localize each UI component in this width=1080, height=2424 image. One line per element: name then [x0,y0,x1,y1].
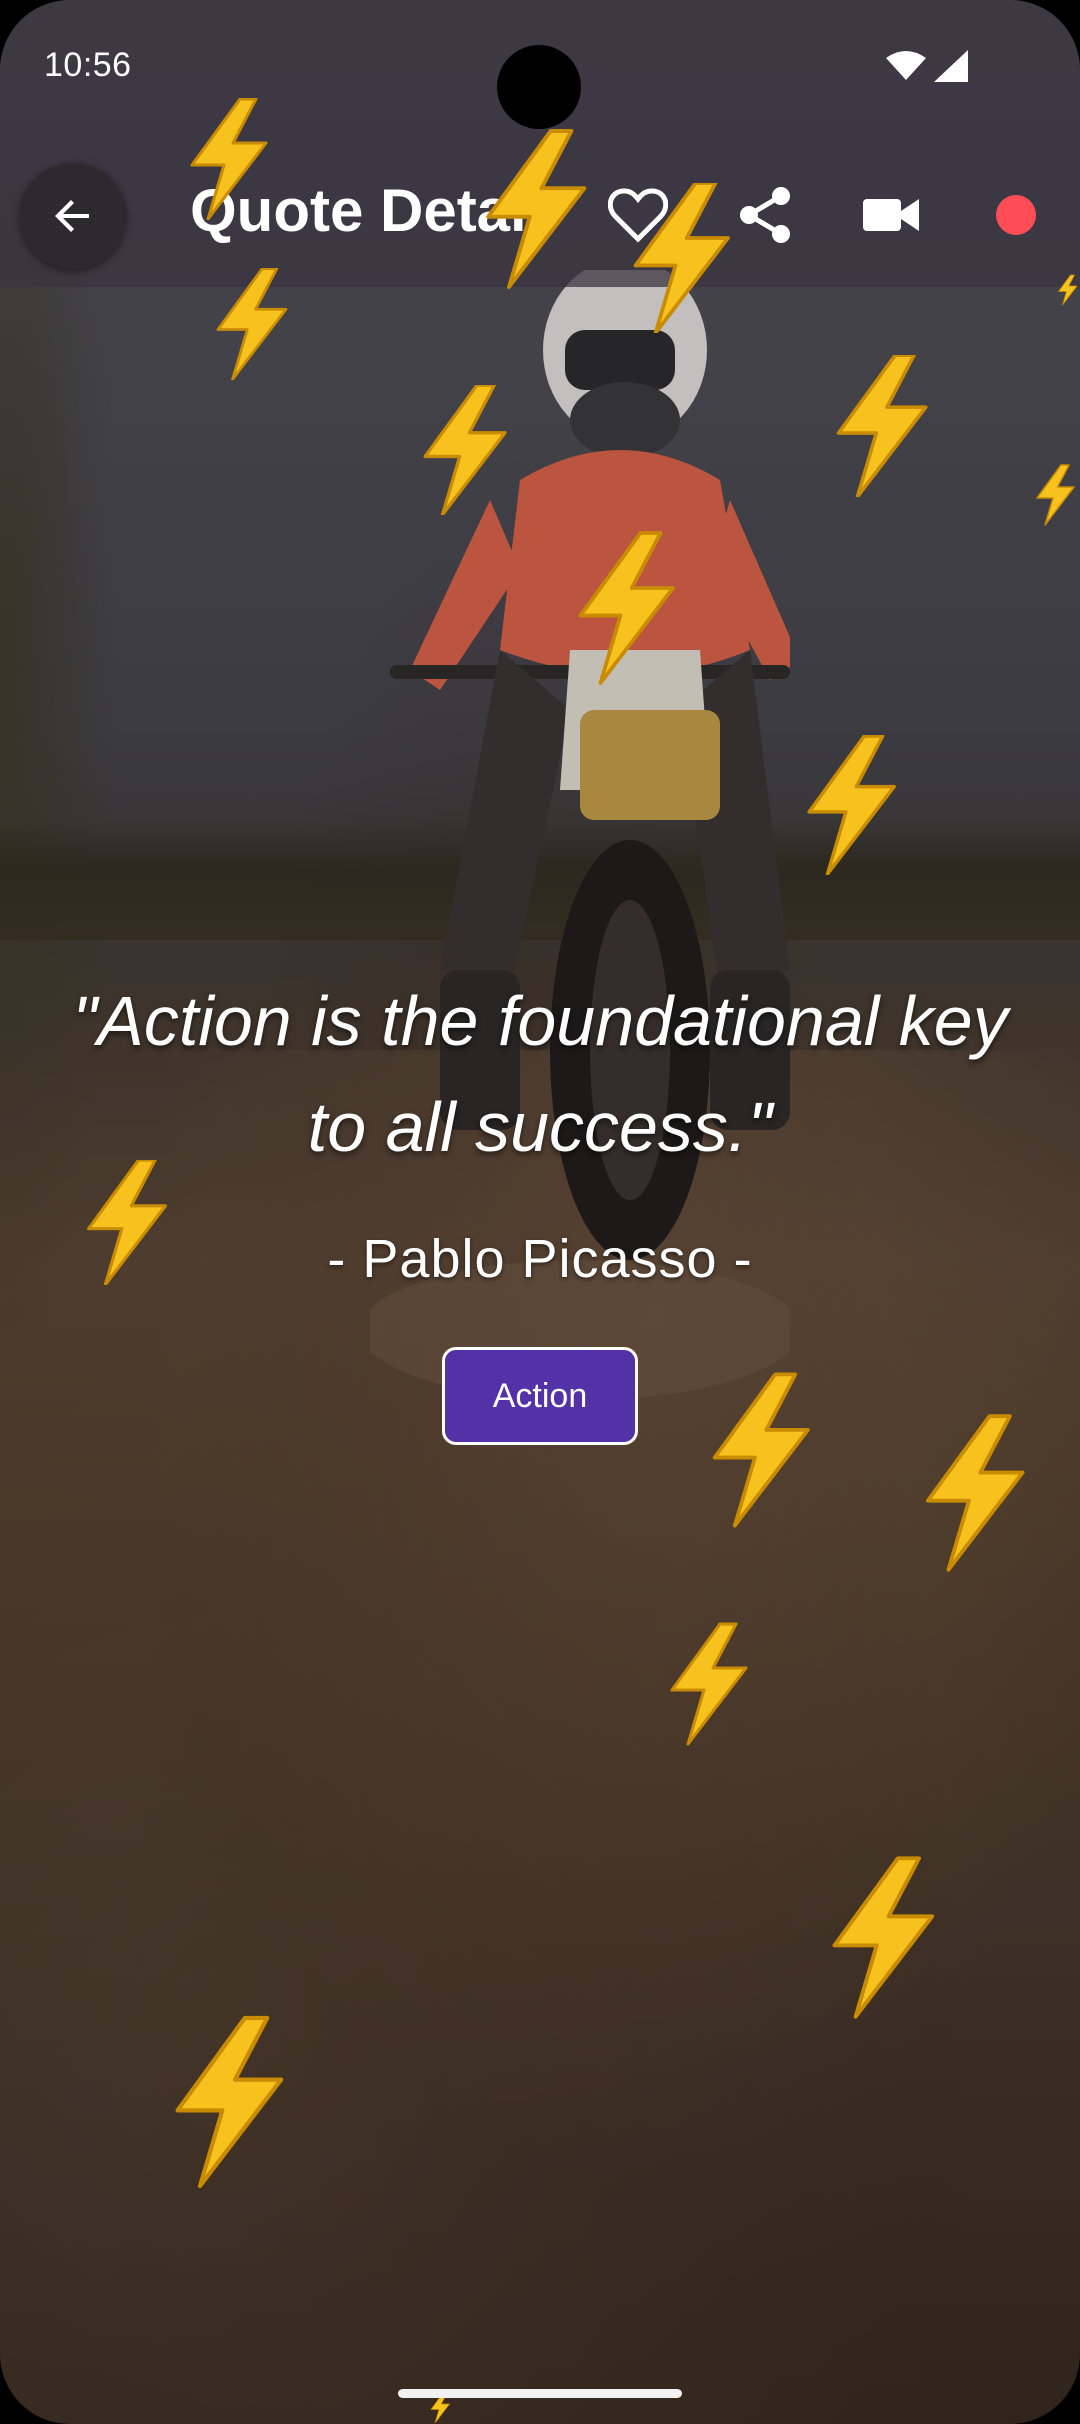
screen: 10:56 Quote Detail "Action is the founda… [0,0,1080,2424]
back-button[interactable] [20,163,126,269]
lightning-bolt-icon [633,183,730,333]
camera-cutout [497,45,581,129]
status-time: 10:56 [44,46,132,84]
record-button[interactable] [976,175,1056,255]
lightning-bolt-icon [578,531,675,685]
lightning-bolt-icon [1036,464,1075,526]
lightning-bolt-icon [87,1160,168,1285]
record-icon [996,195,1036,235]
quote-text: "Action is the foundational key to all s… [72,982,1008,1166]
lightning-bolt-icon [216,268,288,380]
status-icons [886,50,968,82]
lightning-bolt-icon [832,1856,935,2019]
category-chip-button[interactable]: Action [442,1347,638,1445]
lightning-bolt-icon [175,2015,284,2189]
arrow-back-icon [55,200,89,232]
wifi-icon [886,51,926,80]
lightning-bolt-icon [486,129,587,289]
lightning-bolt-icon [190,98,268,220]
lightning-bolt-icon [807,735,896,875]
lightning-bolt-icon [423,385,507,515]
lightning-bolt-icon [670,1622,748,1746]
share-icon [740,187,790,243]
video-button[interactable] [851,175,931,255]
lightning-bolt-icon [1058,274,1078,306]
home-indicator[interactable] [398,2389,682,2398]
lightning-bolt-icon [836,355,928,497]
signal-icon [934,50,968,82]
videocam-icon [863,199,919,231]
lightning-bolt-icon [712,1372,810,1528]
lightning-bolt-icon [926,1414,1025,1572]
